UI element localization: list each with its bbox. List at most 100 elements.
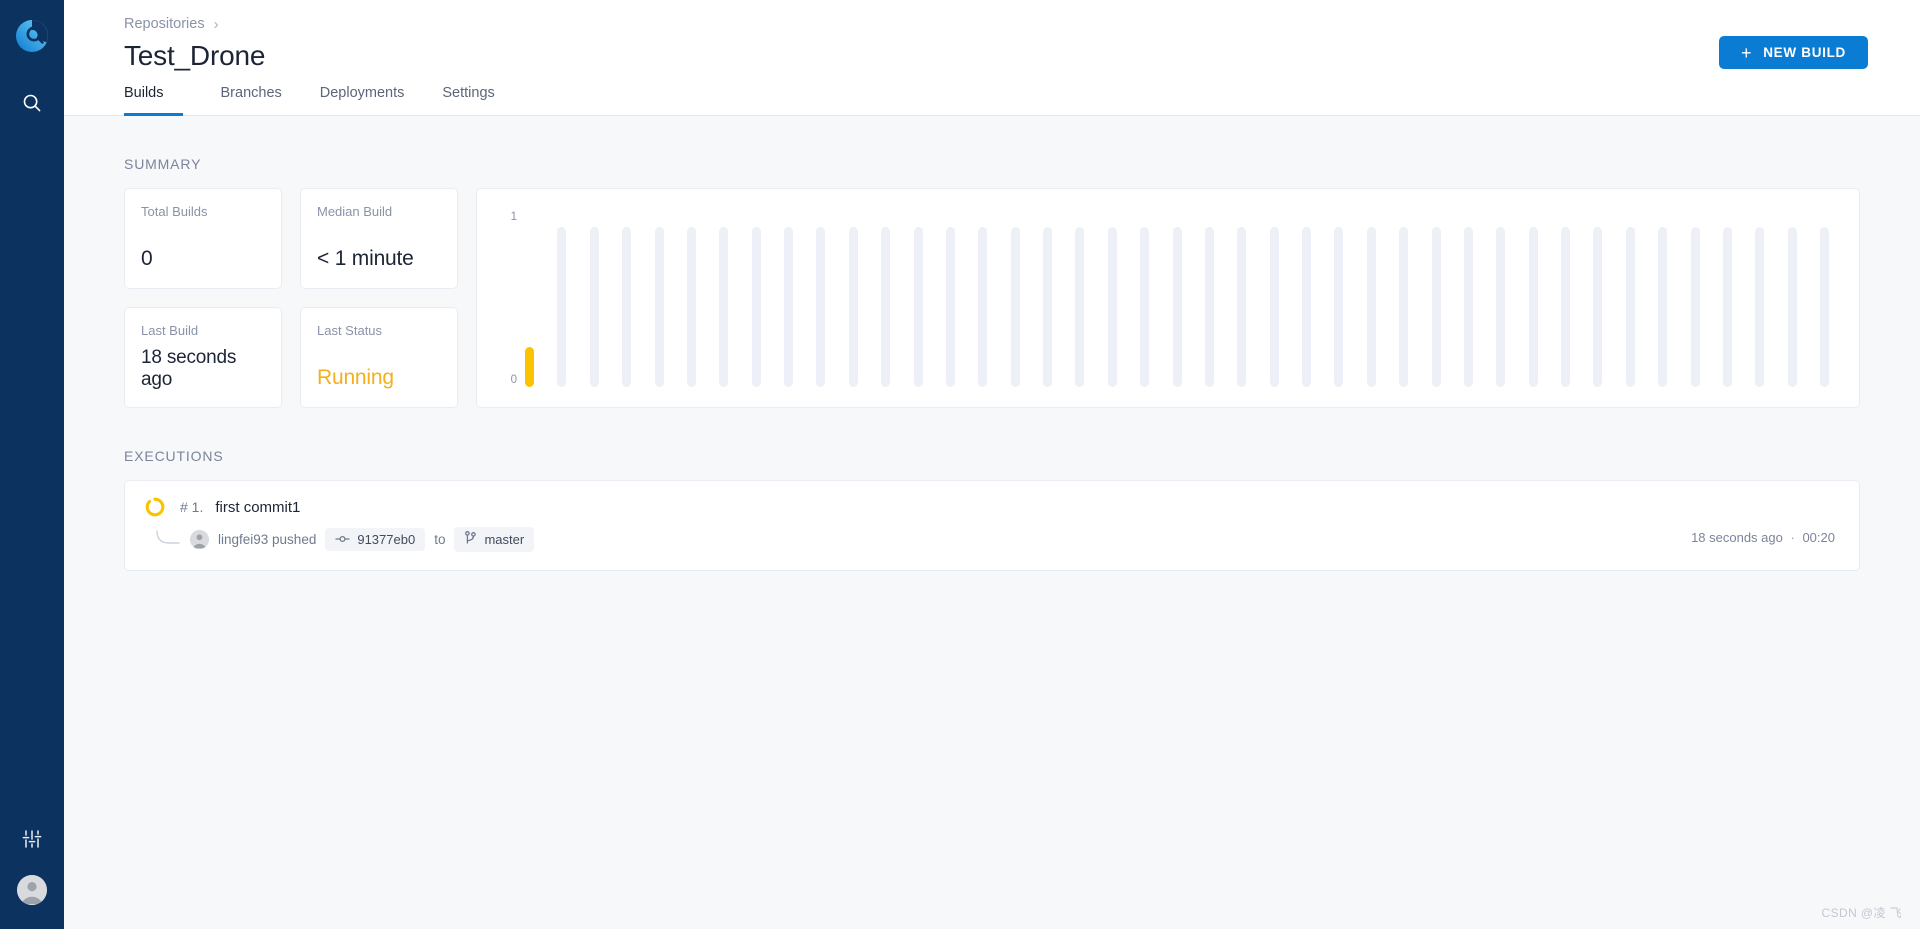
to-label: to (434, 532, 446, 547)
chart-bar-placeholder (1463, 227, 1473, 387)
chart-bar-placeholder (1140, 227, 1150, 387)
chart-bar-placeholder (1010, 227, 1020, 387)
chart-bar-placeholder (913, 227, 923, 387)
chart-bar-placeholder (1366, 227, 1376, 387)
separator: · (1790, 529, 1795, 545)
chart-bar-placeholder (881, 227, 891, 387)
drone-logo[interactable] (12, 16, 52, 56)
spinner-icon (145, 497, 165, 517)
chart-bar-placeholder (1690, 227, 1700, 387)
tab-bar: Builds Branches Deployments Settings (64, 72, 1920, 116)
chart-bar-placeholder (1399, 227, 1409, 387)
builds-chart: 1 0 (476, 188, 1860, 408)
card-median-build-value: < 1 minute (317, 247, 414, 271)
chart-bar-placeholder (1302, 227, 1311, 387)
chart-bar-placeholder (557, 227, 567, 387)
build-number: # 1. (180, 499, 204, 515)
chart-bar-placeholder (1658, 227, 1668, 387)
breadcrumb: Repositories › (124, 16, 265, 32)
sliders-icon[interactable] (18, 825, 46, 853)
commit-hash: 91377eb0 (357, 532, 416, 547)
author-text: lingfei93 pushed (218, 532, 317, 547)
chart-bar-placeholder (1561, 227, 1570, 387)
tab-settings-label: Settings (442, 84, 495, 101)
chart-bar-placeholder (848, 227, 858, 387)
execution-timing: 18 seconds ago · 00:20 (1691, 530, 1835, 545)
tab-deployments[interactable]: Deployments (301, 72, 424, 116)
chart-bar-placeholder (1334, 227, 1344, 387)
card-last-build-value: 18 seconds ago (141, 347, 237, 390)
chart-bar-placeholder (1625, 227, 1635, 387)
tab-builds[interactable]: Builds (124, 72, 183, 116)
card-total-builds-label: Total Builds (141, 204, 208, 219)
time-ago: 18 seconds ago (1691, 529, 1783, 545)
branch-chip[interactable]: master (454, 527, 535, 552)
chart-bar-placeholder (751, 227, 761, 387)
tab-branches-label: Branches (220, 84, 282, 101)
summary-row: Total Builds 0 Median Build < 1 minute L… (124, 188, 1860, 408)
branch-name: master (484, 532, 525, 547)
chart-bar-placeholder (1237, 227, 1247, 387)
chart-bar-placeholder (654, 227, 664, 387)
card-last-build: Last Build 18 seconds ago (124, 307, 282, 408)
chart-bar-placeholder (945, 227, 955, 387)
breadcrumb-repositories[interactable]: Repositories (124, 16, 205, 32)
chart-y-tick-bottom: 0 (510, 374, 517, 386)
chart-bar-placeholder (1593, 227, 1603, 387)
chart-bar-placeholder (1755, 227, 1765, 387)
git-branch-icon (464, 531, 477, 548)
chart-bar-placeholder (1722, 227, 1732, 387)
search-icon[interactable] (17, 88, 47, 118)
card-median-build: Median Build < 1 minute (300, 188, 458, 289)
build-message: first commit1 (215, 498, 301, 516)
chart-bar-placeholder (589, 227, 599, 387)
content-area: SUMMARY Total Builds 0 Median Build < 1 … (64, 116, 1920, 929)
card-last-status: Last Status Running (300, 307, 458, 408)
chart-bar-placeholder (1075, 227, 1085, 387)
execution-meta: lingfei93 pushed 91377eb0 to master (145, 527, 1837, 552)
chart-bar-placeholder (1269, 227, 1279, 387)
sidebar-bottom (0, 825, 64, 905)
card-total-builds-value: 0 (141, 247, 153, 271)
chart-bar-placeholder (1787, 227, 1797, 387)
chevron-right-icon: › (213, 15, 219, 33)
page-title: Test_Drone (124, 40, 266, 71)
chart-bar-placeholder (1204, 227, 1214, 387)
commit-icon (335, 532, 350, 547)
page-header: Repositories › Test_Drone + NEW BUILD (64, 0, 1920, 72)
chart-y-tick-top: 1 (510, 211, 517, 223)
table-row[interactable]: # 1. first commit1 lingfei93 pushed 9137… (124, 480, 1860, 571)
chart-bar-placeholder (1496, 227, 1506, 387)
duration: 00:20 (1802, 529, 1835, 545)
tab-settings[interactable]: Settings (423, 72, 513, 116)
card-median-build-label: Median Build (317, 204, 393, 219)
card-last-build-label: Last Build (141, 323, 199, 338)
chart-bar-placeholder (1528, 227, 1538, 387)
summary-section-label: SUMMARY (124, 156, 202, 172)
connector-line (155, 529, 181, 550)
chart-bar-placeholder (1172, 227, 1182, 387)
chart-bar-placeholder (1820, 227, 1829, 387)
chart-bar-placeholder (1043, 227, 1052, 387)
chart-bar-placeholder (1107, 227, 1117, 387)
executions-section-label: EXECUTIONS (124, 448, 224, 464)
chart-bar-filled (525, 347, 534, 387)
executions-section: EXECUTIONS # 1. first commit1 lingfei93 … (124, 448, 1860, 571)
tab-deployments-label: Deployments (319, 84, 405, 101)
avatar (190, 530, 209, 549)
chart-bar-placeholder (1431, 227, 1441, 387)
card-total-builds: Total Builds 0 (124, 188, 282, 289)
chart-bar-placeholder (978, 227, 988, 387)
new-build-button[interactable]: + NEW BUILD (1718, 36, 1868, 69)
main-area: Repositories › Test_Drone + NEW BUILD Bu… (64, 0, 1920, 929)
user-avatar[interactable] (17, 875, 47, 905)
tab-branches[interactable]: Branches (202, 72, 301, 116)
watermark: CSDN @凌 飞 (1821, 906, 1902, 920)
header-left: Repositories › Test_Drone (124, 16, 265, 72)
chart-y-axis: 1 0 (501, 211, 517, 387)
new-build-label: NEW BUILD (1763, 45, 1846, 60)
chart-bar-placeholder (622, 227, 632, 387)
chart-bar-placeholder (719, 227, 729, 387)
summary-cards: Total Builds 0 Median Build < 1 minute L… (124, 188, 458, 408)
commit-chip[interactable]: 91377eb0 (325, 528, 426, 551)
